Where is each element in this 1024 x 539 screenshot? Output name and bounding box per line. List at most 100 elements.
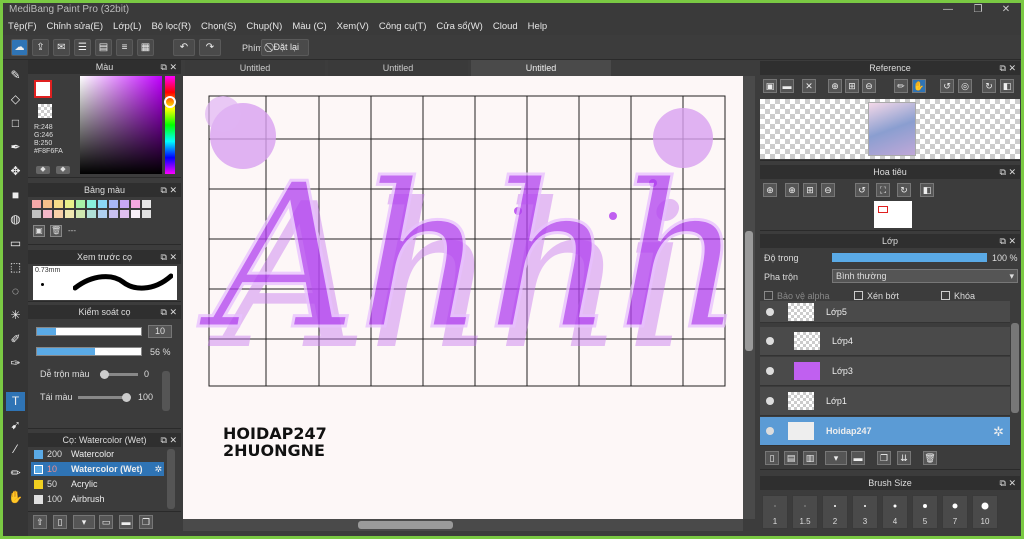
reference-image-area[interactable] (760, 99, 1020, 159)
palette-swatch[interactable] (76, 210, 85, 218)
operation-tool-icon[interactable]: ➹ (6, 416, 25, 435)
new-halftone-layer-icon[interactable]: ▤ (784, 451, 798, 465)
menu-cloud[interactable]: Cloud (488, 18, 523, 35)
menu-select[interactable]: Chọn(S) (196, 18, 241, 35)
delete-swatch-icon[interactable]: 🗑 (50, 225, 62, 237)
brush-size-slider[interactable] (36, 327, 142, 336)
palette-swatch[interactable] (131, 210, 140, 218)
bucket-tool-icon[interactable]: ◍ (6, 210, 25, 229)
panel-controls-icon[interactable]: ⧉ ✕ (1000, 234, 1016, 248)
blend-mode-select[interactable]: Bình thường ▾ (832, 269, 1018, 283)
brush-size-4[interactable]: 4 (882, 495, 908, 529)
minimize-button[interactable]: — (933, 3, 963, 18)
canvas-horizontal-scrollbar[interactable] (183, 519, 743, 531)
palette-swatch[interactable] (76, 200, 85, 208)
menu-edit[interactable]: Chỉnh sửa(E) (42, 18, 109, 35)
palette-swatch[interactable] (87, 210, 96, 218)
navigator-viewport[interactable] (878, 206, 888, 213)
select-tool-icon[interactable]: ⬚ (6, 258, 25, 277)
brush-tool-icon[interactable]: ✎ (6, 66, 25, 85)
visibility-eye-icon[interactable] (766, 367, 774, 375)
select-pen-tool-icon[interactable]: ✐ (6, 330, 25, 349)
duplicate-icon[interactable]: ❐ (139, 515, 153, 529)
foreground-color-swatch[interactable] (34, 80, 52, 98)
folder-icon[interactable]: ▬ (119, 515, 133, 529)
palette-swatch[interactable] (120, 210, 129, 218)
palette-swatch[interactable] (131, 200, 140, 208)
brush-settings-gear-icon[interactable]: ✲ (154, 462, 162, 476)
nav-zoom-out-icon[interactable]: ⊖ (821, 183, 835, 197)
palette-swatch[interactable] (65, 210, 74, 218)
vertical-scroll-thumb[interactable] (745, 231, 753, 351)
zoom-out-icon[interactable]: ⊖ (862, 79, 876, 93)
layer-opacity-slider[interactable] (832, 253, 987, 262)
tab-untitled-1[interactable]: Untitled (185, 60, 325, 76)
palette-swatch[interactable] (109, 200, 118, 208)
palette-swatch[interactable] (98, 200, 107, 208)
gradient-tool-icon[interactable]: ▭ (6, 234, 25, 253)
new-layer-icon[interactable]: ▯ (765, 451, 779, 465)
protect-alpha-checkbox[interactable] (764, 291, 773, 300)
tab-untitled-2[interactable]: Untitled (328, 60, 468, 76)
visibility-eye-icon[interactable] (766, 427, 774, 435)
resample-slider[interactable] (78, 393, 131, 402)
panel-controls-icon[interactable]: ⧉ ✕ (161, 433, 177, 447)
hue-slider[interactable] (165, 76, 175, 174)
layer-add-menu-icon[interactable]: ▾ (825, 451, 847, 465)
brush-item-airbrush[interactable]: 100 Airbrush (31, 492, 164, 506)
panel-controls-icon[interactable]: ⧉ ✕ (161, 183, 177, 197)
menu-layer[interactable]: Lớp(L) (108, 18, 146, 35)
rotate-left-icon[interactable]: ↺ (940, 79, 954, 93)
rectangle-tool-icon[interactable]: □ (6, 114, 25, 133)
brush-size-3[interactable]: 3 (852, 495, 878, 529)
layer-row-lop1[interactable]: Lớp1 (760, 387, 1010, 416)
panel-controls-icon[interactable]: ⧉ ✕ (1000, 61, 1016, 75)
eyedropper-icon[interactable]: ✏ (894, 79, 908, 93)
redo-button[interactable]: ↷ (199, 39, 221, 56)
select-eraser-tool-icon[interactable]: ✑ (6, 354, 25, 373)
palette-swatch[interactable] (87, 200, 96, 208)
menu-file[interactable]: Tệp(F) (3, 18, 42, 35)
reset-rotate-icon[interactable]: ◎ (958, 79, 972, 93)
horizontal-scroll-thumb[interactable] (358, 521, 453, 529)
brush-opacity-slider[interactable] (36, 347, 142, 356)
canvas-vertical-scrollbar[interactable] (743, 76, 755, 519)
nav-zoom-icon[interactable]: ⊕ (763, 183, 777, 197)
palette-swatch[interactable] (43, 210, 52, 218)
folder-icon[interactable]: ▬ (780, 79, 794, 93)
palette-swatch[interactable] (54, 200, 63, 208)
menu-view[interactable]: Xem(V) (332, 18, 374, 35)
delete-layer-icon[interactable]: 🗑 (923, 451, 937, 465)
brush-size-value[interactable]: 10 (148, 325, 172, 338)
undo-button[interactable]: ↶ (173, 39, 195, 56)
magic-wand-tool-icon[interactable]: ✳ (6, 306, 25, 325)
eyedropper-tool-icon[interactable]: ✏ (6, 464, 25, 483)
brush-control-scrollbar[interactable] (162, 371, 170, 411)
menu-window[interactable]: Cửa sổ(W) (431, 18, 487, 35)
panel-controls-icon[interactable]: ⧉ ✕ (161, 60, 177, 74)
menu-color[interactable]: Màu (C) (287, 18, 331, 35)
comment-icon[interactable]: ✉ (53, 39, 70, 56)
palette-swatch[interactable] (43, 200, 52, 208)
visibility-eye-icon[interactable] (766, 397, 774, 405)
panel-controls-icon[interactable]: ⧉ ✕ (161, 305, 177, 319)
nav-rotate-right-icon[interactable]: ↻ (897, 183, 911, 197)
layer-settings-gear-icon[interactable]: ✲ (993, 424, 1004, 440)
menu-capture[interactable]: Chụp(N) (241, 18, 287, 35)
new-brush-icon[interactable]: ▯ (53, 515, 67, 529)
chat-icon[interactable]: ☰ (74, 39, 91, 56)
palette-swatch[interactable] (142, 200, 151, 208)
lasso-tool-icon[interactable]: ◌ (6, 282, 25, 301)
layer-list-scrollbar[interactable] (1011, 323, 1019, 413)
rotate-right-icon[interactable]: ↻ (982, 79, 996, 93)
layer-row-lop4[interactable]: Lớp4 (760, 327, 1010, 356)
navigator-preview[interactable] (874, 201, 912, 228)
new-8bit-layer-icon[interactable]: ▥ (803, 451, 817, 465)
divide-tool-icon[interactable]: ⁄ (6, 440, 25, 459)
hand-icon[interactable]: ✋ (912, 79, 926, 93)
palette-swatch[interactable] (32, 210, 41, 218)
pen-tool-icon[interactable]: ✒ (6, 138, 25, 157)
palette-swatch[interactable] (109, 210, 118, 218)
grid-icon[interactable]: ▦ (137, 39, 154, 56)
menu-filter[interactable]: Bộ lọc(R) (146, 18, 196, 35)
